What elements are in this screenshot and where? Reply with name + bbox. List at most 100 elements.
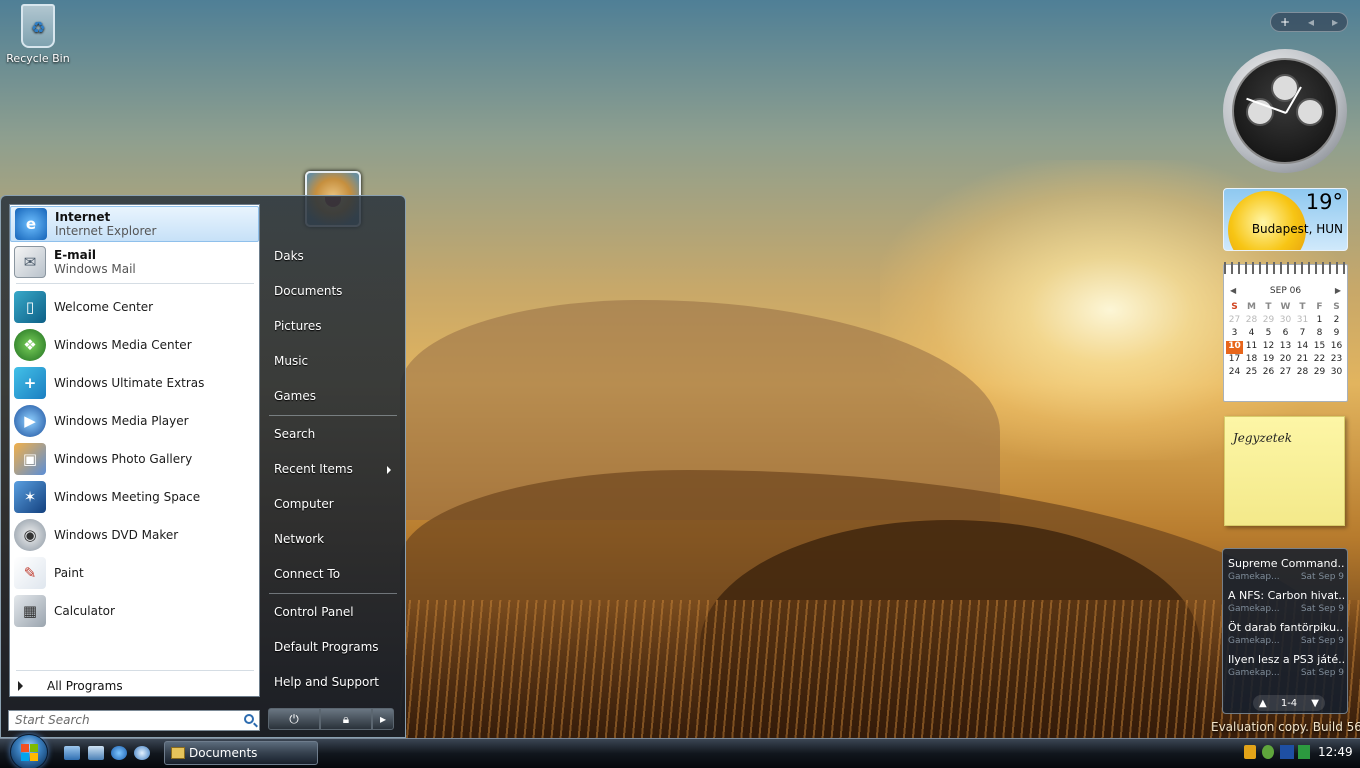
calendar-day[interactable]: 13 [1277, 341, 1294, 354]
right-item-games[interactable]: Games [274, 389, 316, 403]
program-photo-gallery[interactable]: ▣ Windows Photo Gallery [10, 441, 259, 477]
calendar-day[interactable]: 24 [1226, 367, 1243, 380]
calendar-day[interactable]: 17 [1226, 354, 1243, 367]
calendar-day[interactable]: 15 [1311, 341, 1328, 354]
calendar-weekday: S [1333, 302, 1340, 312]
clock-gadget[interactable] [1223, 49, 1347, 173]
right-item-documents[interactable]: Documents [274, 284, 342, 298]
ie-quicklaunch-icon[interactable] [111, 746, 127, 760]
program-media-center[interactable]: ❖ Windows Media Center [10, 327, 259, 363]
network-icon[interactable] [1280, 745, 1294, 759]
all-programs-button[interactable]: All Programs [18, 679, 123, 693]
program-media-player[interactable]: ▶ Windows Media Player [10, 403, 259, 439]
calendar-day[interactable]: 31 [1294, 315, 1311, 328]
arrow-up-icon[interactable]: ▲ [1259, 698, 1267, 709]
calendar-day[interactable]: 18 [1243, 354, 1260, 367]
media-player-quicklaunch-icon[interactable] [134, 746, 150, 760]
calendar-day[interactable]: 11 [1243, 341, 1260, 354]
calendar-day[interactable]: 10 [1226, 341, 1243, 354]
right-item-recent-items[interactable]: Recent Items [274, 462, 353, 476]
calendar-day[interactable]: 14 [1294, 341, 1311, 354]
right-item-user[interactable]: Daks [274, 249, 304, 263]
calendar-day[interactable]: 25 [1243, 367, 1260, 380]
shutdown-options-button[interactable]: ▸ [372, 708, 394, 730]
calendar-day[interactable]: 21 [1294, 354, 1311, 367]
calendar-day[interactable]: 9 [1328, 328, 1345, 341]
program-meeting-space[interactable]: ✶ Windows Meeting Space [10, 479, 259, 515]
search-icon[interactable] [244, 714, 254, 724]
right-item-default-programs[interactable]: Default Programs [274, 640, 379, 654]
start-button[interactable] [10, 734, 48, 768]
recycle-bin[interactable]: Recycle Bin [6, 4, 70, 65]
calendar-day[interactable]: 23 [1328, 354, 1345, 367]
calendar-day[interactable]: 5 [1260, 328, 1277, 341]
program-ultimate-extras[interactable]: + Windows Ultimate Extras [10, 365, 259, 401]
calendar-day[interactable]: 6 [1277, 328, 1294, 341]
calendar-day[interactable]: 16 [1328, 341, 1345, 354]
pinned-email[interactable]: ✉ E-mail Windows Mail [10, 244, 259, 280]
right-item-connect-to[interactable]: Connect To [274, 567, 340, 581]
feed-item[interactable]: Ilyen lesz a PS3 játé... Gamekap... Sat S… [1228, 653, 1344, 678]
calendar-day[interactable]: 3 [1226, 328, 1243, 341]
lock-button[interactable]: 🔒︎ [320, 708, 372, 730]
switch-windows-icon[interactable] [88, 746, 104, 760]
chevron-left-icon[interactable]: ◂ [1308, 15, 1314, 29]
calendar-day[interactable]: 29 [1260, 315, 1277, 328]
calendar-day[interactable]: 12 [1260, 341, 1277, 354]
users-icon[interactable] [1262, 745, 1274, 759]
calendar-day[interactable]: 7 [1294, 328, 1311, 341]
calendar-day[interactable]: 2 [1328, 315, 1345, 328]
calendar-day[interactable]: 30 [1328, 367, 1345, 380]
chevron-right-icon[interactable]: ▸ [1332, 15, 1338, 29]
calendar-day[interactable]: 20 [1277, 354, 1294, 367]
add-gadget-icon[interactable]: + [1280, 15, 1290, 29]
calendar-month: SEP 06 [1269, 286, 1302, 296]
program-paint[interactable]: ✎ Paint [10, 555, 259, 591]
calendar-day[interactable]: 27 [1226, 315, 1243, 328]
volume-icon[interactable] [1298, 745, 1310, 759]
arrow-down-icon[interactable]: ▼ [1311, 698, 1319, 709]
media-player-icon: ▶ [14, 405, 46, 437]
all-programs-label: All Programs [47, 679, 123, 693]
right-item-control-panel[interactable]: Control Panel [274, 605, 354, 619]
calendar-next-icon[interactable]: ▶ [1335, 286, 1341, 295]
right-item-search[interactable]: Search [274, 427, 315, 441]
calendar-day[interactable]: 28 [1294, 367, 1311, 380]
calendar-day[interactable]: 8 [1311, 328, 1328, 341]
start-search-input[interactable]: Start Search [8, 710, 260, 731]
security-shield-icon[interactable] [1244, 745, 1256, 759]
feed-item[interactable]: Öt darab fantörpiku... Gamekap... Sat Sep… [1228, 621, 1344, 646]
right-item-music[interactable]: Music [274, 354, 308, 368]
program-welcome-center[interactable]: ▯ Welcome Center [10, 289, 259, 325]
weather-gadget[interactable]: 19° Budapest, HUN [1223, 188, 1348, 251]
calendar-weekday: M [1247, 302, 1256, 312]
pinned-internet[interactable]: e Internet Internet Explorer [10, 206, 259, 242]
feed-item[interactable]: Supreme Command... Gamekap... Sat Sep 9 [1228, 557, 1344, 582]
calendar-day[interactable]: 27 [1277, 367, 1294, 380]
calendar-day[interactable]: 1 [1311, 315, 1328, 328]
feed-item[interactable]: A NFS: Carbon hivat... Gamekap... Sat Sep… [1228, 589, 1344, 614]
note-text[interactable]: Jegyzetek [1233, 431, 1292, 445]
calendar-day[interactable]: 28 [1243, 315, 1260, 328]
taskbar-window-documents[interactable]: Documents [164, 741, 318, 765]
right-item-help[interactable]: Help and Support [274, 675, 379, 689]
power-button[interactable]: ⏻ [268, 708, 320, 730]
program-label: Windows Media Center [54, 338, 192, 352]
calendar-day[interactable]: 4 [1243, 328, 1260, 341]
calendar-gadget[interactable]: ◀ SEP 06 ▶ S M T W T F S 27 28 29 30 31 1 2 3 4 5 6 7 8 9 10 1… [1223, 264, 1348, 402]
program-calculator[interactable]: ▦ Calculator [10, 593, 259, 629]
chevron-right-icon: ▸ [379, 712, 387, 726]
calendar-day[interactable]: 30 [1277, 315, 1294, 328]
calendar-day[interactable]: 22 [1311, 354, 1328, 367]
program-dvd-maker[interactable]: ◉ Windows DVD Maker [10, 517, 259, 553]
right-item-pictures[interactable]: Pictures [274, 319, 322, 333]
notes-gadget[interactable]: Jegyzetek [1224, 416, 1345, 526]
calendar-day[interactable]: 19 [1260, 354, 1277, 367]
calendar-day[interactable]: 26 [1260, 367, 1277, 380]
right-item-computer[interactable]: Computer [274, 497, 334, 511]
all-programs-separator [16, 670, 254, 671]
right-item-network[interactable]: Network [274, 532, 324, 546]
show-desktop-icon[interactable] [64, 746, 80, 760]
calendar-day[interactable]: 29 [1311, 367, 1328, 380]
taskbar-clock[interactable]: 12:49 [1318, 745, 1353, 759]
